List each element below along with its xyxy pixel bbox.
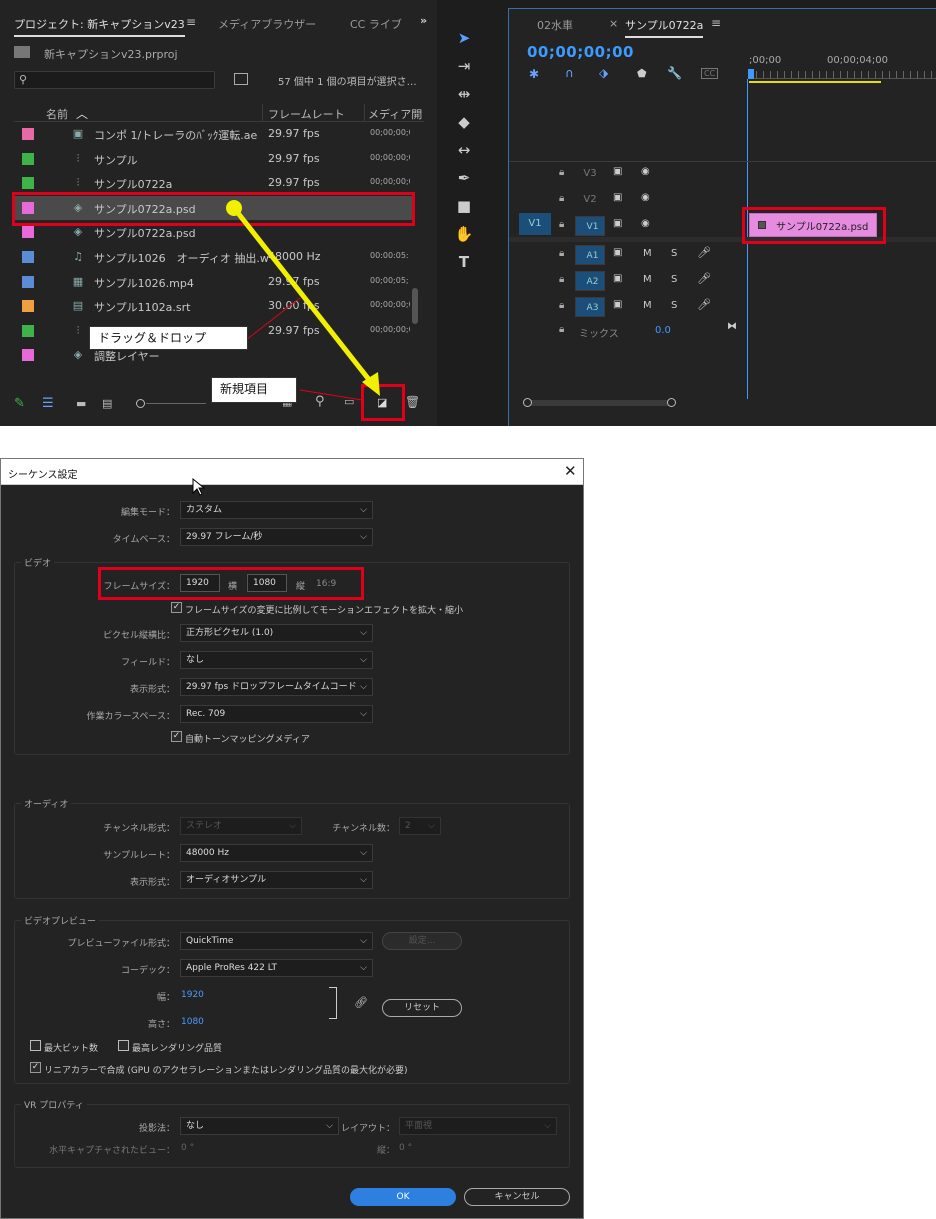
chevron-down-icon: ⌵ <box>360 709 367 719</box>
projection-label: 投影法： <box>138 1124 175 1134</box>
channels-select[interactable]: 2 ⌵ <box>399 817 441 835</box>
sequence-settings-dialog: シーケンス設定 ✕ 編集モード： カスタム ⌵ タイムベース： 29.97 フレー… <box>0 458 584 1219</box>
callout-pointer <box>299 389 363 401</box>
color-space-value: Rec. 709 <box>186 709 226 719</box>
vr-group-title: VR プロパティ <box>21 1098 87 1111</box>
audio-display-select[interactable]: オーディオサンプル ⌵ <box>180 871 373 889</box>
vertical-capture-value[interactable]: 0 ° <box>399 1143 412 1153</box>
chevron-down-icon: ⌵ <box>428 821 435 831</box>
frame-size-highlight <box>98 567 364 600</box>
field-label: フィールド： <box>121 658 175 668</box>
edit-mode-select[interactable]: カスタム ⌵ <box>180 501 373 519</box>
edit-mode-label: 編集モード： <box>120 508 175 518</box>
edit-mode-value: カスタム <box>186 505 223 515</box>
chevron-down-icon: ⌵ <box>360 848 367 858</box>
audio-group-title: オーディオ <box>21 797 72 810</box>
preview-height-label: 高さ： <box>147 1020 175 1030</box>
tone-map-checkbox[interactable]: ✓ <box>171 731 182 742</box>
cancel-button[interactable]: キャンセル <box>464 1188 570 1206</box>
color-space-label: 作業カラースペース： <box>86 712 175 722</box>
max-bit-checkbox[interactable] <box>30 1040 41 1051</box>
horizontal-capture-value[interactable]: 0 ° <box>181 1143 194 1153</box>
preview-height-value[interactable]: 1080 <box>181 1017 204 1027</box>
chevron-down-icon: ⌵ <box>360 682 367 692</box>
timebase-label: タイムベース： <box>112 535 175 545</box>
sample-rate-select[interactable]: 48000 Hz ⌵ <box>180 844 373 862</box>
tone-map-label: 自動トーンマッピングメディア <box>185 735 310 745</box>
preview-format-label: プレビューファイル形式： <box>67 939 175 949</box>
video-preview-group-title: ビデオプレビュー <box>21 914 100 927</box>
close-icon[interactable]: ✕ <box>564 462 577 480</box>
max-render-checkbox[interactable] <box>118 1040 129 1051</box>
preview-settings-button[interactable]: 設定... <box>382 932 462 950</box>
layout-value: 平面視 <box>405 1121 433 1131</box>
chevron-down-icon: ⌵ <box>360 875 367 885</box>
callout-pointer <box>245 297 301 341</box>
chevron-down-icon: ⌵ <box>360 963 367 973</box>
chevron-down-icon: ⌵ <box>289 821 296 831</box>
drag-arrow-overlay <box>226 200 380 401</box>
new-item-callout: 新規項目 <box>211 377 297 403</box>
layout-select[interactable]: 平面視 ⌵ <box>399 1117 557 1135</box>
mouse-cursor-icon <box>192 477 205 496</box>
channel-format-label: チャンネル形式： <box>103 824 175 834</box>
channels-value: 2 <box>405 821 411 831</box>
channel-format-value: ステレオ <box>186 821 223 831</box>
video-group-title: ビデオ <box>21 556 55 569</box>
chevron-down-icon: ⌵ <box>360 655 367 665</box>
drag-drop-callout: ドラッグ＆ドロップ <box>89 326 248 350</box>
premiere-workspace: プロジェクト: 新キャプションv23 ≡ メディアブラウザー CC ライブ » … <box>0 0 936 426</box>
horizontal-capture-label: 水平キャプチャされたビュー： <box>49 1146 175 1156</box>
scale-motion-checkbox[interactable]: ✓ <box>171 602 182 613</box>
vr-group <box>14 1104 570 1168</box>
display-format-label: 表示形式： <box>129 685 175 695</box>
pixel-aspect-select[interactable]: 正方形ピクセル (1.0) ⌵ <box>180 624 373 642</box>
drag-arrow-line <box>232 206 376 388</box>
color-space-select[interactable]: Rec. 709 ⌵ <box>180 705 373 723</box>
chevron-down-icon: ⌵ <box>544 1121 551 1131</box>
timebase-select[interactable]: 29.97 フレーム/秒 ⌵ <box>180 528 373 546</box>
chevron-down-icon: ⌵ <box>360 532 367 542</box>
preview-format-value: QuickTime <box>186 936 234 946</box>
field-select[interactable]: なし ⌵ <box>180 651 373 669</box>
chevron-down-icon: ⌵ <box>360 628 367 638</box>
projection-value: なし <box>186 1121 205 1131</box>
ok-button[interactable]: OK <box>350 1188 456 1206</box>
scale-motion-label: フレームサイズの変更に比例してモーションエフェクトを拡大・縮小 <box>185 606 464 616</box>
dialog-titlebar: シーケンス設定 ✕ <box>1 459 583 485</box>
sample-rate-label: サンプルレート： <box>103 851 175 861</box>
display-format-value: 29.97 fps ドロップフレームタイムコード <box>186 682 357 692</box>
chevron-down-icon: ⌵ <box>360 936 367 946</box>
timebase-value: 29.97 フレーム/秒 <box>186 532 263 542</box>
preview-width-label: 幅： <box>156 993 175 1003</box>
linear-color-label: リニアカラーで合成 (GPU のアクセラレーションまたはレンダリング品質の最大化… <box>44 1066 408 1076</box>
pixel-aspect-value: 正方形ピクセル (1.0) <box>186 628 274 638</box>
preview-width-value[interactable]: 1920 <box>181 990 204 1000</box>
field-value: なし <box>186 655 205 665</box>
dialog-title: シーケンス設定 <box>8 470 78 481</box>
pixel-aspect-label: ピクセル縦横比： <box>102 631 175 641</box>
reset-button[interactable]: リセット <box>382 999 462 1017</box>
codec-select[interactable]: Apple ProRes 422 LT ⌵ <box>180 959 373 977</box>
layout-label: レイアウト： <box>340 1124 395 1134</box>
link-bracket <box>329 987 337 1019</box>
channels-label: チャンネル数： <box>332 824 395 834</box>
channel-format-select[interactable]: ステレオ ⌵ <box>180 817 302 835</box>
chevron-down-icon: ⌵ <box>360 505 367 515</box>
drag-start-dot <box>226 200 242 216</box>
codec-value: Apple ProRes 422 LT <box>186 963 278 973</box>
vertical-capture-label: 縦： <box>376 1146 395 1156</box>
linear-color-checkbox[interactable]: ✓ <box>30 1062 41 1073</box>
audio-display-label: 表示形式： <box>129 878 175 888</box>
display-format-select[interactable]: 29.97 fps ドロップフレームタイムコード ⌵ <box>180 678 373 696</box>
audio-display-value: オーディオサンプル <box>186 875 267 885</box>
max-render-label: 最高レンダリング品質 <box>132 1044 223 1054</box>
codec-label: コーデック： <box>120 966 175 976</box>
preview-format-select[interactable]: QuickTime ⌵ <box>180 932 373 950</box>
sample-rate-value: 48000 Hz <box>186 848 229 858</box>
max-bit-label: 最大ビット数 <box>44 1044 99 1054</box>
link-icon[interactable]: 🔗︎ <box>354 996 368 1009</box>
